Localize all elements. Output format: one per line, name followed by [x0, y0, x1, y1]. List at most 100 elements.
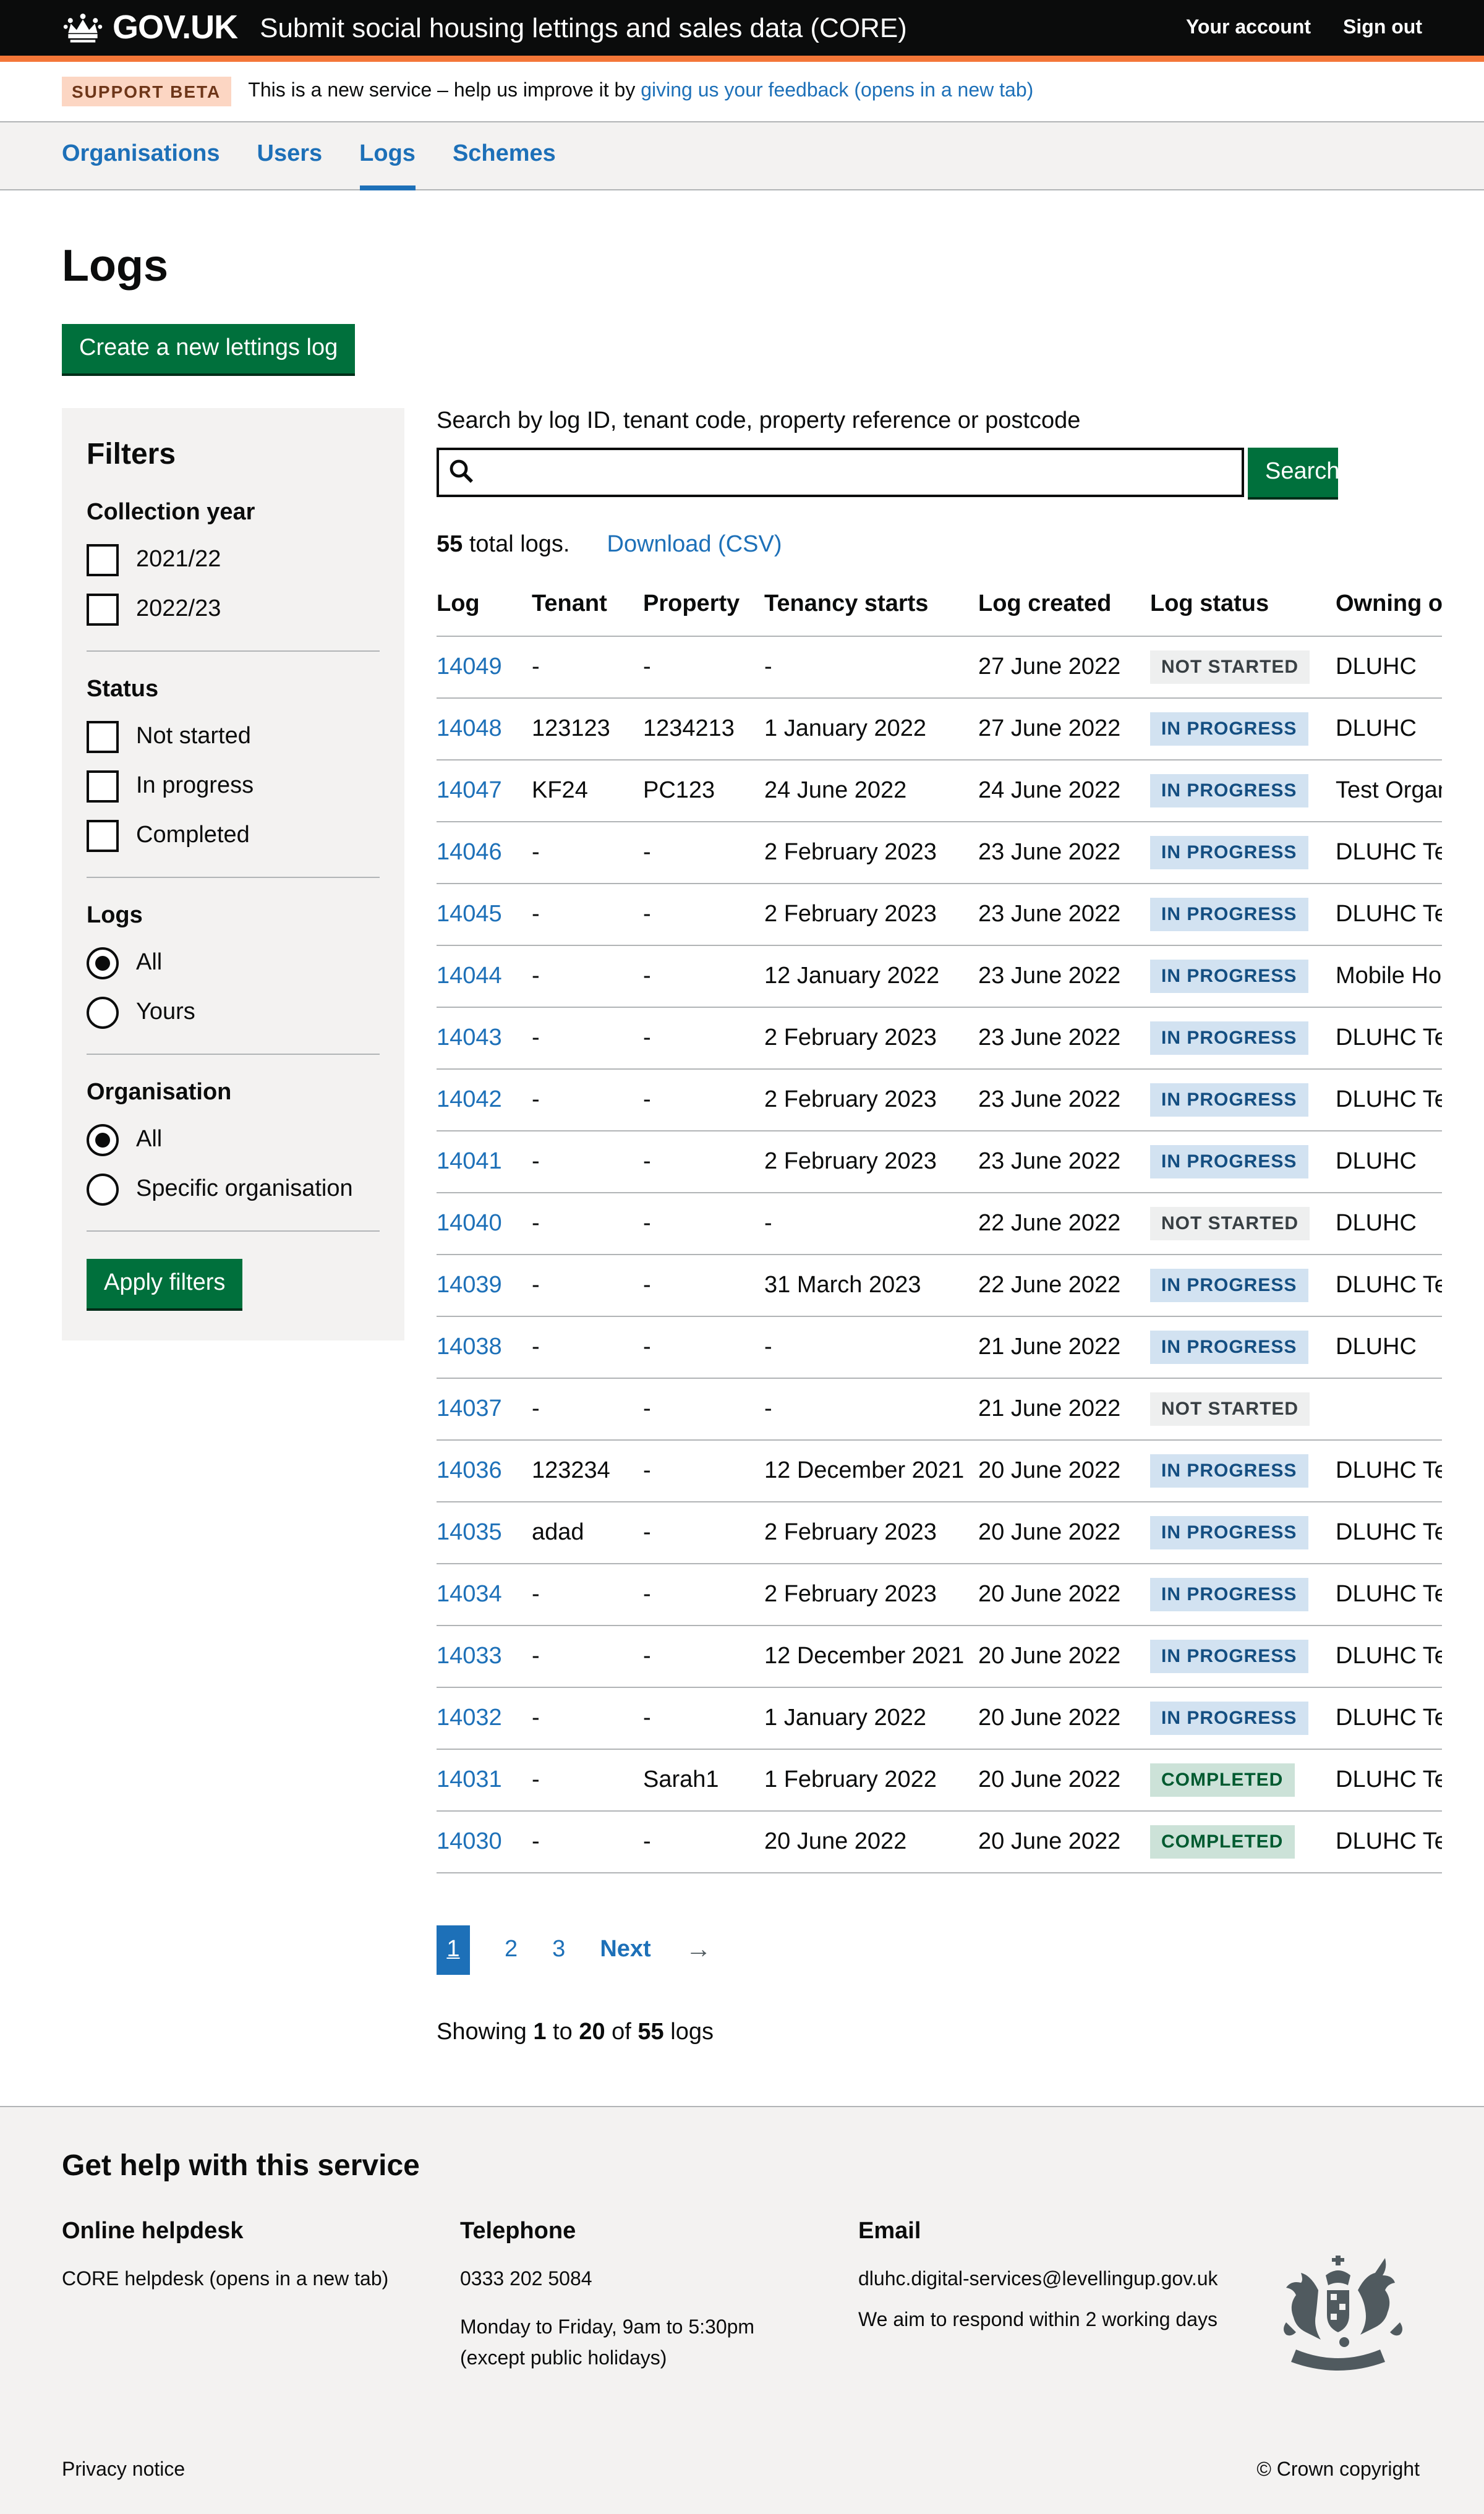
status-badge: IN PROGRESS: [1150, 1083, 1308, 1117]
pagination-page-2[interactable]: 2: [505, 1937, 518, 1964]
gov-uk-logo[interactable]: GOV.UK: [62, 9, 237, 47]
pagination-page-1[interactable]: 1: [437, 1925, 470, 1975]
results-section: Search by log ID, tenant code, property …: [437, 408, 1442, 2047]
phase-banner: SUPPORT BETA This is a new service – hel…: [0, 62, 1484, 122]
log-link[interactable]: 14033: [437, 1643, 502, 1669]
checkbox[interactable]: [87, 544, 119, 576]
pagination-page-3[interactable]: 3: [552, 1937, 565, 1964]
checkbox-option-2022-23[interactable]: 2022/23: [87, 594, 380, 626]
cell-owning-organisation: DLUHC Te: [1336, 1626, 1442, 1687]
log-link[interactable]: 14047: [437, 777, 502, 803]
cell-owning-organisation: DLUHC: [1336, 1131, 1442, 1193]
log-link[interactable]: 14046: [437, 839, 502, 865]
cell-tenant: -: [532, 1316, 643, 1378]
radio-button[interactable]: [87, 997, 119, 1029]
table-row: 14040---22 June 2022NOT STARTEDDLUHC: [437, 1193, 1442, 1255]
phase-banner-text: This is a new service – help us improve …: [248, 80, 1033, 103]
apply-filters-button[interactable]: Apply filters: [87, 1259, 242, 1308]
feedback-link[interactable]: giving us your feedback (opens in a new …: [641, 80, 1033, 101]
cell-log-created: 20 June 2022: [978, 1749, 1150, 1811]
cell-property: -: [643, 1193, 764, 1255]
create-lettings-log-button[interactable]: Create a new lettings log: [62, 324, 355, 373]
checkbox[interactable]: [87, 820, 119, 852]
log-link[interactable]: 14036: [437, 1457, 502, 1483]
checkbox[interactable]: [87, 594, 119, 626]
cell-tenant: 123234: [532, 1440, 643, 1502]
radio-option-specific-organisation[interactable]: Specific organisation: [87, 1174, 380, 1206]
cell-owning-organisation: DLUHC Te: [1336, 1564, 1442, 1626]
table-row: 14047KF24PC12324 June 202224 June 2022IN…: [437, 760, 1442, 822]
log-link[interactable]: 14035: [437, 1519, 502, 1545]
column-header-owning-or: Owning or: [1336, 579, 1442, 636]
table-row: 14033--12 December 202120 June 2022IN PR…: [437, 1626, 1442, 1687]
log-link[interactable]: 14045: [437, 901, 502, 927]
checkbox-option-not-started[interactable]: Not started: [87, 721, 380, 753]
summary-text: logs: [664, 2019, 714, 2045]
download-csv-link[interactable]: Download (CSV): [607, 532, 782, 559]
radio-button[interactable]: [87, 1124, 119, 1156]
checkbox-option-in-progress[interactable]: In progress: [87, 770, 380, 803]
cell-property: -: [643, 1007, 764, 1069]
checkbox[interactable]: [87, 770, 119, 803]
log-link[interactable]: 14043: [437, 1025, 502, 1050]
cell-tenancy-starts: 2 February 2023: [764, 1502, 978, 1564]
cell-tenant: -: [532, 1687, 643, 1749]
divider: [87, 1054, 380, 1055]
tab-logs[interactable]: Logs: [359, 122, 416, 190]
email-link[interactable]: dluhc.digital-services@levellingup.gov.u…: [858, 2269, 1218, 2290]
cell-owning-organisation: Test Organ: [1336, 760, 1442, 822]
log-link[interactable]: 14040: [437, 1210, 502, 1236]
log-link[interactable]: 14049: [437, 654, 502, 680]
cell-tenant: KF24: [532, 760, 643, 822]
log-link[interactable]: 14042: [437, 1086, 502, 1112]
radio-option-all[interactable]: All: [87, 1124, 380, 1156]
status-badge: NOT STARTED: [1150, 650, 1310, 684]
search-button[interactable]: Search: [1248, 448, 1338, 497]
radio-option-yours[interactable]: Yours: [87, 997, 380, 1029]
log-link[interactable]: 14031: [437, 1766, 502, 1792]
cell-property: -: [643, 1255, 764, 1316]
log-link[interactable]: 14030: [437, 1828, 502, 1854]
pagination-next[interactable]: Next: [600, 1937, 650, 1964]
tab-users[interactable]: Users: [257, 122, 323, 190]
checkbox-option-2021-22[interactable]: 2021/22: [87, 544, 380, 576]
cell-property: -: [643, 884, 764, 945]
logs-table-wrapper: LogTenantPropertyTenancy startsLog creat…: [437, 579, 1442, 1873]
crown-copyright-link[interactable]: © Crown copyright: [1256, 2460, 1420, 2482]
tab-organisations[interactable]: Organisations: [62, 122, 220, 190]
log-link[interactable]: 14039: [437, 1272, 502, 1298]
privacy-notice-link[interactable]: Privacy notice: [62, 2460, 185, 2482]
log-link[interactable]: 14044: [437, 963, 502, 989]
log-link[interactable]: 14038: [437, 1334, 502, 1360]
cell-log-created: 23 June 2022: [978, 822, 1150, 884]
checkbox[interactable]: [87, 721, 119, 753]
page-title: Logs: [62, 240, 1484, 292]
option-label: Not started: [136, 723, 251, 751]
status-badge: IN PROGRESS: [1150, 1640, 1308, 1673]
cell-owning-organisation: DLUHC Te: [1336, 1687, 1442, 1749]
checkbox-option-completed[interactable]: Completed: [87, 820, 380, 852]
log-link[interactable]: 14041: [437, 1148, 502, 1174]
cell-owning-organisation: DLUHC: [1336, 1316, 1442, 1378]
radio-button[interactable]: [87, 1174, 119, 1206]
log-link[interactable]: 14034: [437, 1581, 502, 1607]
cell-tenant: 123123: [532, 698, 643, 760]
cell-owning-organisation: [1336, 1378, 1442, 1440]
divider: [87, 650, 380, 652]
service-name[interactable]: Submit social housing lettings and sales…: [260, 12, 907, 44]
summary-to: 20: [579, 2019, 605, 2045]
cell-owning-organisation: DLUHC Te: [1336, 1749, 1442, 1811]
table-row: 14034--2 February 202320 June 2022IN PRO…: [437, 1564, 1442, 1626]
sign-out-link[interactable]: Sign out: [1343, 17, 1422, 39]
search-input[interactable]: [437, 448, 1244, 497]
cell-log-created: 20 June 2022: [978, 1687, 1150, 1749]
log-link[interactable]: 14037: [437, 1395, 502, 1421]
radio-option-all[interactable]: All: [87, 947, 380, 979]
log-link[interactable]: 14032: [437, 1705, 502, 1731]
tab-schemes[interactable]: Schemes: [453, 122, 556, 190]
radio-button[interactable]: [87, 947, 119, 979]
your-account-link[interactable]: Your account: [1186, 17, 1311, 39]
log-link[interactable]: 14048: [437, 715, 502, 741]
core-helpdesk-link[interactable]: CORE helpdesk (opens in a new tab): [62, 2269, 388, 2290]
cell-property: -: [643, 1564, 764, 1626]
